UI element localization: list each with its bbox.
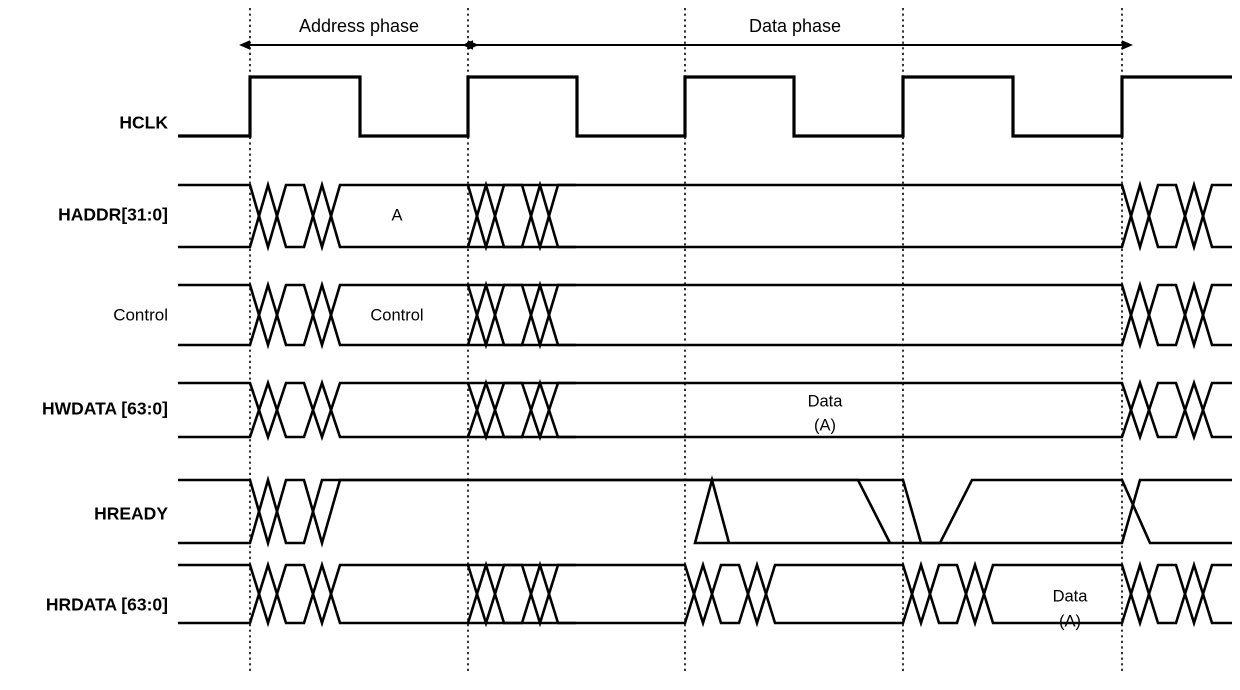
signal-row-hclk: HCLK (119, 75, 1232, 138)
signal-label-control: Control (113, 305, 168, 324)
bus-value-control: Control (370, 306, 423, 324)
signal-row-hwdata: HWDATA [63:0] Data (A) (42, 378, 1232, 442)
signal-row-control: Control Control (113, 280, 1232, 350)
signal-label-haddr: HADDR[31:0] (58, 205, 168, 225)
waveform-hclk (178, 75, 1232, 138)
waveform-hready-upper (178, 478, 1232, 548)
bus-value-hrdata-line1: Data (1053, 587, 1089, 605)
signal-label-hwdata: HWDATA [63:0] (42, 399, 168, 419)
signal-label-hclk: HCLK (119, 113, 168, 133)
phase-annotations: Address phase Data phase (239, 16, 1133, 50)
timing-diagram-canvas: Address phase Data phase HCLK HADDR[31:0… (0, 0, 1240, 690)
signal-row-haddr: HADDR[31:0] A (58, 180, 1232, 252)
address-phase-label: Address phase (299, 16, 419, 36)
timing-diagram-svg: Address phase Data phase HCLK HADDR[31:0… (42, 8, 1232, 672)
bus-value-hwdata-line1: Data (808, 392, 844, 410)
signal-row-hready: HREADY (94, 475, 1232, 548)
bus-value-hrdata-line2: (A) (1059, 612, 1081, 630)
data-phase-label: Data phase (749, 16, 841, 36)
bus-value-haddr: A (391, 206, 402, 224)
signal-label-hready: HREADY (94, 504, 168, 524)
signal-label-hrdata: HRDATA [63:0] (46, 595, 168, 615)
signal-row-hrdata: HRDATA [63:0] Data (A) (46, 560, 1232, 630)
bus-value-hwdata-line2: (A) (814, 416, 836, 434)
